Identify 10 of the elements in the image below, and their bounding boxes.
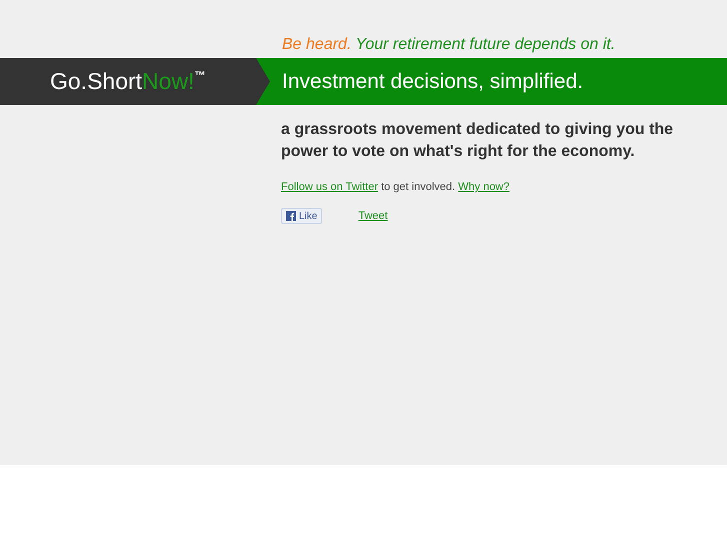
why-now-link[interactable]: Why now?: [458, 181, 510, 193]
like-button[interactable]: Like: [281, 208, 322, 224]
twitter-link[interactable]: Follow us on Twitter: [281, 181, 378, 193]
headline: Investment decisions, simplified.: [281, 70, 584, 94]
logo: Go.ShortNow!$^{™}$: [50, 70, 206, 93]
facebook-icon: [286, 211, 296, 221]
follow-text: to get involved.: [381, 181, 456, 193]
tweet-link[interactable]: Tweet: [358, 210, 388, 222]
tagline: Be heard. Your retirement future depends on it.: [282, 36, 616, 54]
intro-text: a grassroots movement dedicated to giving you the power to vote on what's right for the economy.: [281, 120, 674, 162]
